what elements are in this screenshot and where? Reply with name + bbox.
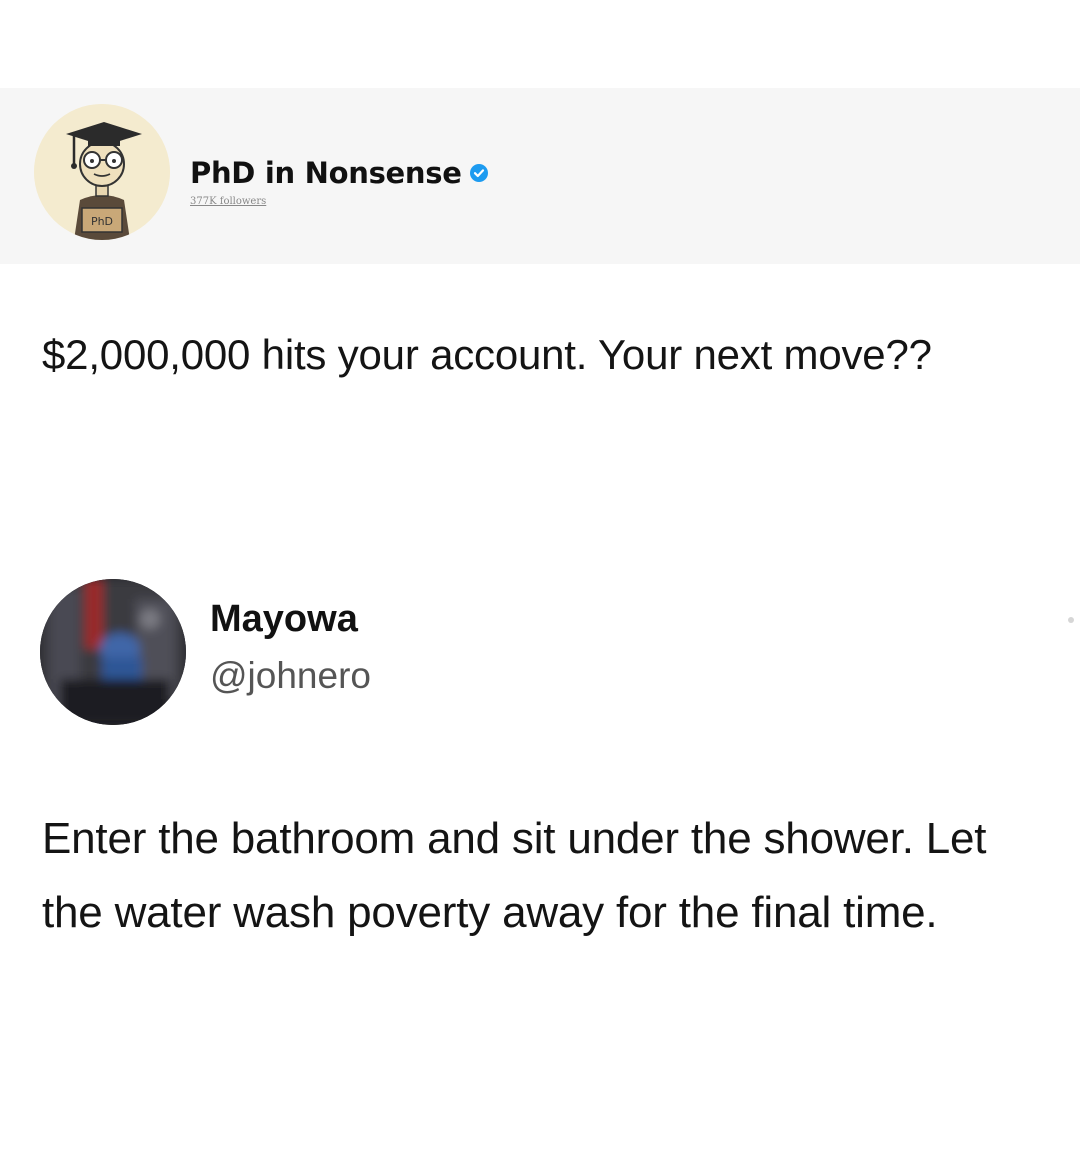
- blurred-photo-icon: [40, 579, 186, 725]
- screenshot-page: PhD PhD in Nonsense 377K followers $2,00…: [0, 0, 1080, 1160]
- verified-badge-icon: [469, 164, 488, 182]
- post1-name-row: PhD in Nonsense: [190, 156, 488, 190]
- faint-dot: [1068, 617, 1074, 623]
- post2-author-name[interactable]: Mayowa: [210, 598, 358, 641]
- post1-header: PhD PhD in Nonsense 377K followers: [0, 88, 1080, 264]
- post2-body-text: Enter the bathroom and sit under the sho…: [42, 814, 987, 937]
- phd-avatar[interactable]: PhD: [34, 104, 170, 240]
- mayowa-avatar[interactable]: [40, 579, 186, 725]
- avatar-sign-text: PhD: [91, 215, 113, 228]
- post1-follower-count[interactable]: 377K followers: [190, 196, 266, 207]
- post2-author-handle[interactable]: @johnero: [210, 655, 371, 697]
- post1-body-text: $2,000,000 hits your account. Your next …: [42, 331, 932, 378]
- graduate-cartoon-icon: PhD: [34, 104, 170, 240]
- post1-author-name[interactable]: PhD in Nonsense: [190, 156, 462, 190]
